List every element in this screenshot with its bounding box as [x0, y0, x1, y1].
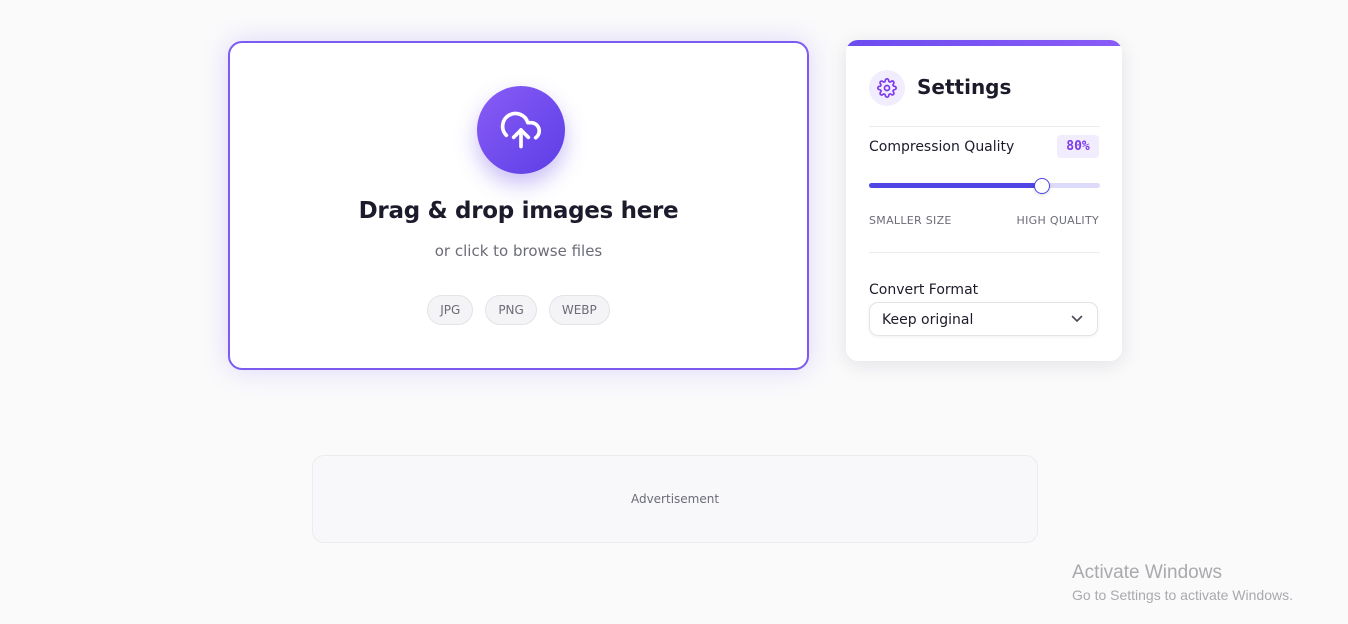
compression-quality-value: 80%	[1057, 135, 1099, 158]
slider-thumb[interactable]	[1034, 178, 1051, 194]
advertisement-label: Advertisement	[630, 492, 720, 506]
convert-format-label: Convert Format	[869, 282, 979, 298]
format-chip-webp: WEBP	[548, 295, 610, 325]
slider-min-label: SMALLER SIZE	[869, 214, 952, 227]
settings-icon-badge	[869, 70, 905, 106]
convert-format-selected: Keep original	[882, 312, 974, 328]
compression-quality-slider[interactable]	[869, 178, 1100, 194]
settings-title: Settings	[917, 75, 1012, 99]
format-chips: JPG PNG WEBP	[230, 295, 807, 325]
upload-dropzone[interactable]: Drag & drop images here or click to brow…	[228, 41, 809, 370]
cloud-upload-icon	[500, 111, 541, 149]
activate-windows-subtitle: Go to Settings to activate Windows.	[1072, 587, 1293, 603]
advertisement-slot: Advertisement	[312, 455, 1038, 543]
upload-icon-circle	[477, 86, 565, 174]
format-chip-jpg: JPG	[427, 295, 474, 325]
gear-icon	[877, 78, 897, 98]
chevron-down-icon	[1071, 315, 1083, 322]
slider-max-label: HIGH QUALITY	[1016, 214, 1099, 227]
settings-divider-top	[869, 126, 1100, 127]
activate-windows-title: Activate Windows	[1072, 562, 1222, 583]
compression-quality-label: Compression Quality	[869, 139, 1015, 155]
convert-format-select[interactable]: Keep original	[869, 302, 1098, 336]
settings-accent-bar	[846, 40, 1122, 46]
settings-card: Settings Compression Quality 80% SMALLER…	[846, 40, 1122, 361]
dropzone-subtitle: or click to browse files	[434, 242, 603, 260]
format-chip-png: PNG	[485, 295, 537, 325]
settings-divider-middle	[869, 252, 1100, 253]
dropzone-title: Drag & drop images here	[358, 198, 679, 224]
slider-fill	[869, 183, 1043, 188]
